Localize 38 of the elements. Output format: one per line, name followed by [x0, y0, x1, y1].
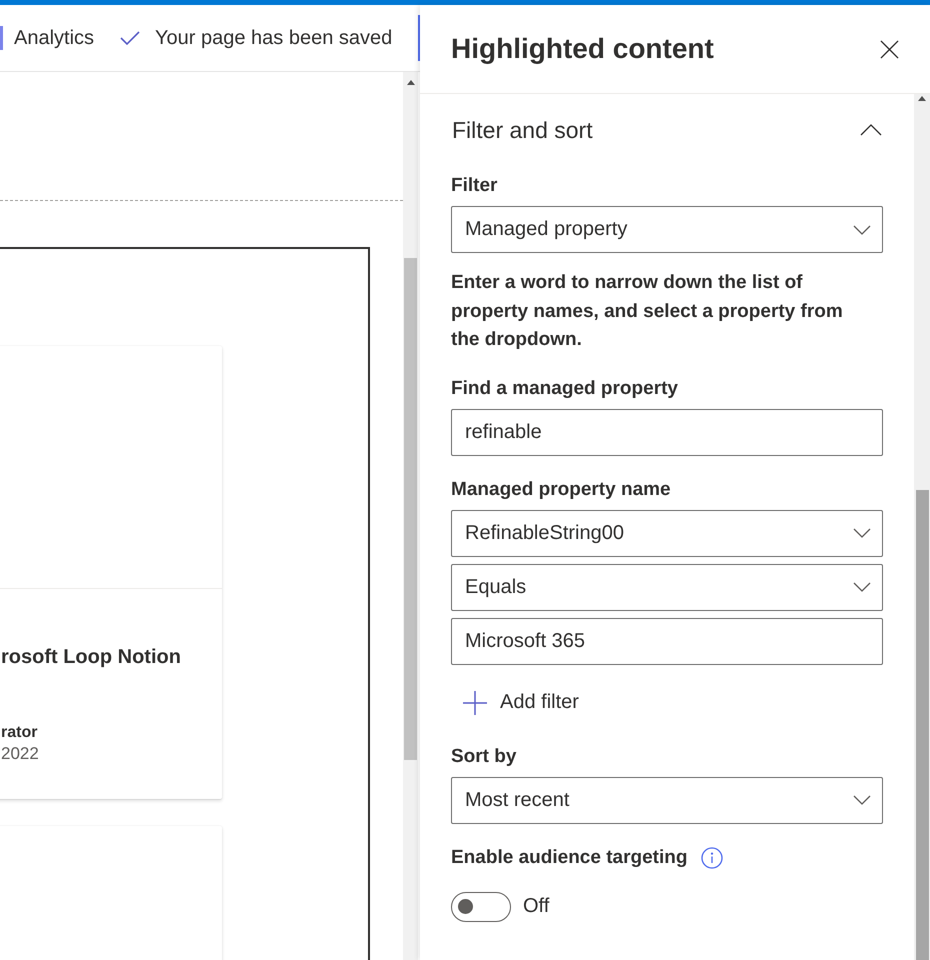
text-input[interactable]: Microsoft 365	[451, 618, 883, 664]
close-icon	[880, 40, 898, 58]
info-icon[interactable]	[700, 846, 722, 868]
card-date: 2022	[1, 743, 40, 765]
scrollbar-thumb[interactable]	[404, 258, 417, 760]
dropdown[interactable]: Equals	[451, 564, 883, 610]
field-label: Find a managed property	[451, 376, 678, 400]
scroll-up-icon[interactable]	[406, 80, 414, 85]
pane-title: Highlighted content	[451, 33, 715, 65]
scrollbar[interactable]	[914, 94, 930, 960]
dropdown[interactable]: Most recent	[451, 776, 883, 824]
save-status-text: Your page has been saved	[155, 26, 392, 50]
card-author: rator	[1, 723, 38, 743]
field-label: Sort by	[451, 744, 516, 768]
add-filter-button[interactable]: Add filter	[451, 682, 585, 722]
scrollbar[interactable]	[403, 72, 418, 960]
card-title: rosoft Loop Notion	[1, 645, 182, 670]
scroll-up-icon[interactable]	[918, 96, 926, 101]
scrollbar-thumb[interactable]	[916, 490, 928, 960]
field-label: Managed property name	[451, 478, 671, 502]
text-input[interactable]: refinable	[451, 408, 883, 456]
section-header[interactable]: Filter and sort	[451, 108, 883, 152]
toggle-switch[interactable]	[451, 892, 511, 922]
chart-icon	[0, 26, 3, 50]
toggle-state-text: Off	[523, 895, 550, 918]
plus-icon	[463, 690, 487, 714]
dropdown[interactable]: RefinableString00	[451, 510, 883, 556]
field-label: Enable audience targeting	[451, 846, 688, 870]
chevron-down-icon	[853, 582, 871, 592]
field-label: Filter	[451, 174, 498, 198]
dropdown[interactable]: Managed property	[451, 206, 883, 253]
check-icon	[120, 31, 140, 45]
analytics-link[interactable]: Analytics	[0, 26, 94, 50]
help-text: Enter a word to narrow down the list of property names, and select a property from the dropdown.	[451, 271, 844, 352]
chevron-down-icon	[853, 795, 871, 805]
chevron-down-icon	[853, 224, 871, 234]
news-card[interactable]: rosoft Loop Notion rator 2022	[0, 346, 222, 799]
chevron-down-icon	[853, 528, 871, 538]
